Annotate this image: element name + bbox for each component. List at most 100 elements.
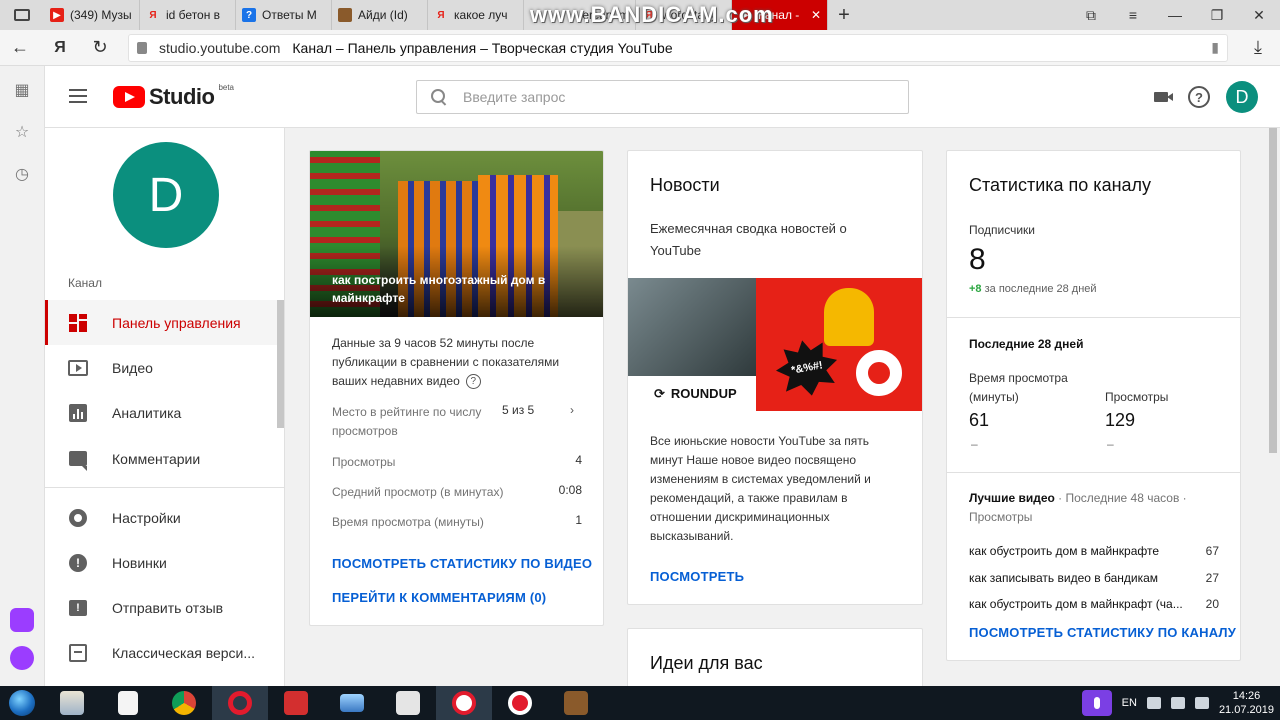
monitor-icon bbox=[340, 694, 364, 712]
taskbar-app-bandicam[interactable] bbox=[492, 686, 548, 720]
network-icon[interactable] bbox=[1170, 697, 1185, 709]
browser-tab[interactable]: Я какое луч bbox=[428, 0, 524, 30]
video-stats-link[interactable]: ПОСМОТРЕТЬ СТАТИСТИКУ ПО ВИДЕО bbox=[332, 556, 592, 571]
taskbar-app-yandex[interactable] bbox=[380, 686, 436, 720]
microphone-icon bbox=[1093, 697, 1100, 709]
youtube-studio-logo[interactable]: Studio beta bbox=[113, 83, 234, 110]
volume-icon[interactable] bbox=[1194, 697, 1209, 709]
minecraft-icon bbox=[564, 691, 588, 715]
channel-avatar[interactable]: D bbox=[113, 142, 219, 248]
voice-assistant-button[interactable] bbox=[1081, 690, 1112, 716]
alice-assistant-icon[interactable] bbox=[10, 646, 34, 670]
rank-label: Место в рейтинге по числу просмотров bbox=[332, 405, 482, 438]
close-window-button[interactable]: ✕ bbox=[1238, 0, 1280, 30]
list-item[interactable]: как обустроить дом в майнкрафте 67 bbox=[969, 544, 1219, 558]
news-watch-link[interactable]: ПОСМОТРЕТЬ bbox=[650, 569, 744, 584]
bookmarks-manager-icon[interactable]: ⧉ bbox=[1070, 0, 1112, 30]
sidebar-scrollbar[interactable] bbox=[277, 300, 284, 428]
hamburger-menu-icon[interactable] bbox=[69, 89, 87, 103]
clock-date: 21.07.2019 bbox=[1218, 704, 1274, 716]
create-video-icon[interactable] bbox=[1150, 86, 1173, 108]
browser-tab[interactable]: Я id бетон в bbox=[140, 0, 236, 30]
document-icon bbox=[118, 691, 138, 715]
yandex-browser-icon bbox=[452, 691, 476, 715]
downloads-button[interactable]: ⤓ bbox=[1236, 37, 1280, 58]
analytics-icon bbox=[68, 403, 88, 423]
apps-grid-icon[interactable]: ▦ bbox=[12, 80, 32, 100]
comments-link[interactable]: ПЕРЕЙТИ К КОММЕНТАРИЯМ (0) bbox=[332, 590, 546, 605]
sidebar-item-settings[interactable]: Настройки bbox=[45, 495, 277, 540]
sidebar-item-label: Видео bbox=[112, 359, 153, 376]
browser-tab[interactable]: ▶ (349) Музы bbox=[44, 0, 140, 30]
video-thumbnail[interactable]: как построить многоэтажный дом в майнкра… bbox=[310, 151, 603, 317]
views-trend: – bbox=[1107, 437, 1114, 451]
taskbar-app-minecraft[interactable] bbox=[548, 686, 604, 720]
taskbar-app-pdf[interactable] bbox=[268, 686, 324, 720]
new-tab-button[interactable]: + bbox=[828, 4, 860, 27]
taskbar-app-chrome[interactable] bbox=[156, 686, 212, 720]
reload-button[interactable]: ↻ bbox=[80, 30, 120, 66]
messenger-icon[interactable] bbox=[10, 608, 34, 632]
search-box[interactable] bbox=[416, 80, 909, 114]
window-controls: ⧉ ≡ — ❐ ✕ bbox=[1070, 0, 1280, 30]
sidebar-item-dashboard[interactable]: Панель управления bbox=[45, 300, 277, 345]
sidebar-item-feedback[interactable]: ! Отправить отзыв bbox=[45, 585, 277, 630]
account-avatar[interactable]: D bbox=[1226, 81, 1258, 113]
back-button[interactable]: ← bbox=[0, 30, 40, 66]
taskbar-app-computer[interactable] bbox=[324, 686, 380, 720]
watch-time-label: Время просмотра (минуты) bbox=[969, 371, 1068, 404]
minimize-button[interactable]: — bbox=[1154, 0, 1196, 30]
bookmark-icon[interactable]: ▮ bbox=[1211, 39, 1219, 56]
news-image[interactable]: ⟳ ROUNDUP *&%#! bbox=[628, 278, 922, 411]
lock-icon bbox=[137, 41, 147, 54]
maximize-button[interactable]: ❐ bbox=[1196, 0, 1238, 30]
menu-icon[interactable]: ≡ bbox=[1112, 0, 1154, 30]
taskbar-app-opera[interactable] bbox=[212, 686, 268, 720]
taskbar-app-notepad[interactable] bbox=[100, 686, 156, 720]
clock[interactable]: 14:26 21.07.2019 bbox=[1219, 689, 1274, 717]
list-item[interactable]: как записывать видео в бандикам 27 bbox=[969, 571, 1219, 585]
url-field[interactable]: studio.youtube.com Канал – Панель управл… bbox=[128, 33, 1228, 62]
page-scrollbar[interactable] bbox=[1266, 128, 1280, 686]
divider bbox=[947, 472, 1240, 473]
windows-taskbar: EN 14:26 21.07.2019 bbox=[0, 686, 1280, 720]
scrollbar-thumb[interactable] bbox=[1269, 128, 1277, 453]
best-videos-heading: Лучшие видео · Последние 48 часов · Прос… bbox=[969, 489, 1224, 527]
sidebar-item-classic[interactable]: Классическая верси... bbox=[45, 630, 277, 675]
news-text: Все июньские новости YouTube за пять мин… bbox=[650, 434, 871, 543]
browser-tab[interactable]: ? Ответы M bbox=[236, 0, 332, 30]
list-item[interactable]: как обустроить дом в майнкрафт (ча... 20 bbox=[969, 597, 1219, 611]
ideas-title: Идеи для вас bbox=[650, 653, 763, 673]
windows-logo-icon bbox=[9, 690, 35, 716]
sidebar-item-whats-new[interactable]: ! Новинки bbox=[45, 540, 277, 585]
close-tab-icon[interactable]: ✕ bbox=[811, 8, 821, 22]
help-question-icon[interactable]: ? bbox=[465, 374, 481, 390]
tab-title: Ответы M bbox=[262, 8, 317, 22]
star-icon[interactable]: ☆ bbox=[12, 122, 32, 142]
video-title[interactable]: как построить многоэтажный дом в майнкра… bbox=[332, 271, 562, 307]
keyboard-language[interactable]: EN bbox=[1122, 697, 1137, 709]
url-host: studio.youtube.com bbox=[159, 39, 281, 56]
taskbar-app-yandex-browser[interactable] bbox=[436, 686, 492, 720]
history-clock-icon[interactable]: ◷ bbox=[12, 164, 32, 184]
start-button[interactable] bbox=[0, 686, 44, 720]
youtube-favicon-icon: ▶ bbox=[50, 8, 64, 22]
settings-gear-icon bbox=[68, 508, 88, 528]
sidebar-item-analytics[interactable]: Аналитика bbox=[45, 390, 277, 435]
tray-app-icon[interactable] bbox=[1146, 697, 1161, 709]
tab-list-button[interactable] bbox=[0, 0, 44, 30]
sidebar-item-video[interactable]: Видео bbox=[45, 345, 277, 390]
browser-tab[interactable]: Айди (Id) bbox=[332, 0, 428, 30]
channel-section-label: Канал bbox=[68, 276, 102, 290]
yandex-home-button[interactable]: Я bbox=[40, 30, 80, 66]
sidebar-item-comments[interactable]: Комментарии bbox=[45, 436, 277, 481]
channel-stats-link[interactable]: ПОСМОТРЕТЬ СТАТИСТИКУ ПО КАНАЛУ bbox=[969, 625, 1236, 640]
taskbar-app-explorer[interactable] bbox=[44, 686, 100, 720]
rank-row[interactable]: Место в рейтинге по числу просмотров 5 и… bbox=[332, 403, 582, 441]
pdf-icon bbox=[284, 691, 308, 715]
search-input[interactable] bbox=[463, 89, 894, 105]
address-bar: ← Я ↻ studio.youtube.com Канал – Панель … bbox=[0, 30, 1280, 66]
studio-sidebar: D Канал Панель управления Видео Аналитик… bbox=[45, 128, 285, 686]
best-video-views: 27 bbox=[1205, 571, 1219, 585]
help-icon[interactable]: ? bbox=[1188, 86, 1210, 108]
